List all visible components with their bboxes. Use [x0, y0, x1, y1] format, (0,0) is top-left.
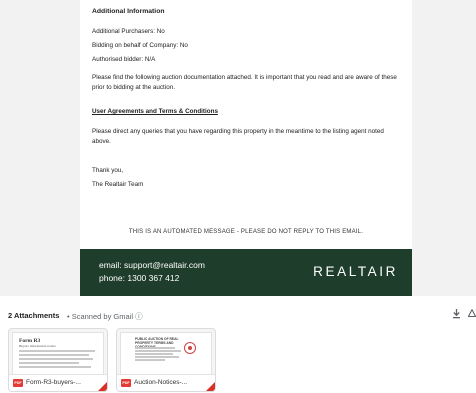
- preview-text-line: [19, 354, 89, 356]
- attachment-card-auction-notices[interactable]: PUBLIC AUCTION OF REAL PROPERTY TERMS AN…: [116, 328, 216, 392]
- team-name: The Realtair Team: [92, 181, 144, 188]
- queries-note: Please direct any queries that you have …: [92, 128, 384, 145]
- attachments-count: 2 Attachments: [8, 311, 60, 320]
- attachment-name: Auction-Notices-...: [134, 379, 188, 386]
- attachment-preview: Form R3 Buyers information notice: [12, 332, 104, 376]
- left-margin: [0, 0, 80, 296]
- preview-text-line: [19, 362, 79, 364]
- preview-text-line: [135, 356, 179, 358]
- add-to-drive-icon[interactable]: [467, 308, 476, 322]
- attachment-card-form-r3[interactable]: Form R3 Buyers information notice PDF Fo…: [8, 328, 108, 392]
- preview-text-line: [135, 347, 175, 349]
- footer-contact: email: support@realtair.com phone: 1300 …: [99, 259, 205, 285]
- download-icon[interactable]: [452, 309, 461, 322]
- automated-notice: THIS IS AN AUTOMATED MESSAGE - PLEASE DO…: [128, 229, 364, 235]
- attachment-label: PDF Auction-Notices-...: [117, 374, 215, 391]
- footer-email[interactable]: email: support@realtair.com: [99, 259, 205, 272]
- info-line-authorised: Authorised bidder: N/A: [92, 56, 156, 63]
- pdf-icon: PDF: [121, 379, 131, 387]
- preview-text-line: [135, 350, 181, 352]
- terms-link[interactable]: User Agreements and Terms & Conditions: [92, 107, 402, 117]
- info-line-company: Bidding on behalf of Company: No: [92, 42, 188, 49]
- attachment-name: Form-R3-buyers-...: [26, 379, 81, 386]
- info-line-purchasers: Additional Purchasers: No: [92, 28, 165, 35]
- preview-text-line: [135, 359, 165, 361]
- footer-phone[interactable]: phone: 1300 367 412: [99, 272, 205, 285]
- preview-subtitle: Buyers information notice: [19, 344, 56, 348]
- attachments-bar: 2 Attachments • Scanned by Gmail ⓘ: [0, 306, 476, 326]
- documentation-note: Please find the following auction docume…: [92, 74, 397, 91]
- right-margin: [412, 0, 476, 296]
- corner-fold-icon: [206, 382, 215, 391]
- attachment-label: PDF Form-R3-buyers-...: [9, 374, 107, 391]
- section-heading: Additional Information: [92, 8, 165, 15]
- attachment-preview: PUBLIC AUCTION OF REAL PROPERTY TERMS AN…: [120, 332, 212, 376]
- email-footer: email: support@realtair.com phone: 1300 …: [80, 249, 412, 296]
- seal-icon: [184, 342, 196, 354]
- preview-text-line: [19, 366, 91, 368]
- signoff: Thank you,: [92, 167, 124, 174]
- realtair-logo: REALTAIR: [313, 264, 398, 279]
- scanned-by-gmail[interactable]: • Scanned by Gmail ⓘ: [67, 311, 143, 322]
- pdf-icon: PDF: [13, 379, 23, 387]
- corner-fold-icon: [98, 382, 107, 391]
- preview-text-line: [19, 358, 93, 360]
- preview-text-line: [19, 350, 95, 352]
- email-body: Additional Information Additional Purcha…: [80, 0, 412, 249]
- preview-text-line: [135, 353, 173, 355]
